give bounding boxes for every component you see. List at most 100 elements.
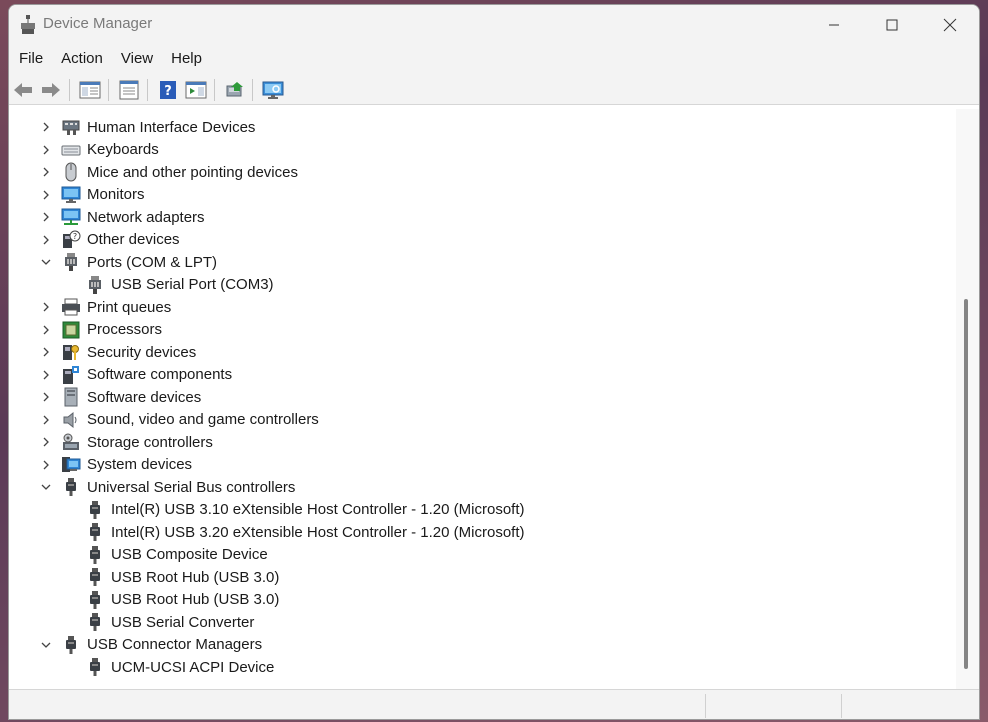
chevron-right-icon[interactable]: [40, 369, 52, 381]
tree-category[interactable]: Keyboards: [43, 139, 159, 161]
chevron-right-icon[interactable]: [40, 391, 52, 403]
network-icon: [61, 208, 81, 225]
menu-file[interactable]: File: [9, 45, 52, 72]
menu-view[interactable]: View: [112, 45, 162, 72]
svg-text:?: ?: [73, 232, 77, 241]
maximize-button[interactable]: [863, 5, 921, 45]
usb-icon: [66, 635, 76, 654]
chevron-right-icon[interactable]: [40, 459, 52, 471]
chevron-right-icon[interactable]: [40, 211, 52, 223]
tree-category[interactable]: Processors: [43, 319, 163, 341]
chevron-right-icon[interactable]: [40, 234, 52, 246]
chevron-right-icon[interactable]: [40, 144, 52, 156]
tree-device[interactable]: UCM-UCSI ACPI Device: [85, 656, 274, 678]
tree-device[interactable]: USB Composite Device: [85, 544, 268, 566]
toolbar-separator: [147, 79, 148, 101]
toolbar-separator: [214, 79, 215, 101]
tree-category[interactable]: Software components: [43, 364, 232, 386]
port-icon: [89, 275, 101, 294]
unknown-device-icon: ?: [63, 230, 81, 248]
tree-device[interactable]: Intel(R) USB 3.10 eXtensible Host Contro…: [85, 499, 525, 521]
properties-icon[interactable]: [118, 80, 140, 100]
minimize-button[interactable]: [805, 5, 863, 45]
tree-device[interactable]: Intel(R) USB 3.20 eXtensible Host Contro…: [85, 521, 525, 543]
help-icon[interactable]: ?: [157, 80, 179, 100]
status-pane-divider: [705, 694, 706, 718]
tree-category[interactable]: Storage controllers: [43, 431, 213, 453]
tree-category[interactable]: Human Interface Devices: [43, 116, 256, 138]
tree-category[interactable]: Network adapters: [43, 206, 205, 228]
tree-item-label: Security devices: [87, 343, 197, 361]
chevron-right-icon[interactable]: [40, 436, 52, 448]
tree-item-label: Processors: [87, 321, 163, 338]
software-component-icon: [63, 365, 79, 384]
title-bar[interactable]: Device Manager: [9, 5, 979, 45]
close-button[interactable]: [921, 5, 979, 45]
tree-item-label: Universal Serial Bus controllers: [87, 478, 296, 496]
software-device-icon: [64, 387, 78, 407]
chevron-right-icon[interactable]: [40, 324, 52, 336]
tree-item-label: Intel(R) USB 3.10 eXtensible Host Contro…: [111, 501, 525, 518]
tree-category[interactable]: Software devices: [43, 386, 201, 408]
storage-icon: [63, 433, 79, 450]
tree-item-label: USB Serial Port (COM3): [111, 276, 274, 293]
keyboard-icon: [61, 145, 81, 155]
chevron-right-icon[interactable]: [40, 166, 52, 178]
tree-item-label: USB Serial Converter: [111, 613, 255, 631]
tree-category[interactable]: Sound, video and game controllers: [43, 409, 319, 431]
chevron-down-icon[interactable]: [40, 481, 52, 493]
tree-device[interactable]: USB Serial Port (COM3): [85, 274, 274, 296]
tree-device[interactable]: USB Serial Converter: [85, 611, 254, 633]
chevron-right-icon[interactable]: [40, 189, 52, 201]
chevron-right-icon[interactable]: [40, 414, 52, 426]
tree-device[interactable]: USB Root Hub (USB 3.0): [85, 566, 279, 588]
tree-item-label: USB Composite Device: [111, 546, 268, 563]
tree-category[interactable]: USB Connector Managers: [41, 634, 263, 656]
device-tree[interactable]: Human Interface Devices Keyboards Mice and…: [9, 109, 956, 689]
tree-category[interactable]: Universal Serial Bus controllers: [41, 476, 296, 498]
chevron-right-icon[interactable]: [40, 346, 52, 358]
menu-help[interactable]: Help: [162, 45, 211, 72]
tree-category[interactable]: Security devices: [43, 341, 197, 363]
vertical-scrollbar[interactable]: [956, 109, 979, 689]
tree-device[interactable]: USB Root Hub (USB 3.0): [85, 589, 279, 611]
tree-category[interactable]: System devices: [43, 454, 192, 476]
chevron-right-icon[interactable]: [40, 301, 52, 313]
tree-category[interactable]: Mice and other pointing devices: [43, 161, 298, 183]
tree-category[interactable]: Ports (COM & LPT): [41, 251, 217, 273]
speaker-icon: [63, 411, 77, 428]
toolbar-separator: [69, 79, 70, 101]
tree-item-label: Sound, video and game controllers: [87, 411, 319, 428]
device-manager-app-icon: [21, 15, 35, 34]
maximize-icon: [886, 19, 898, 31]
back-icon[interactable]: [12, 80, 34, 100]
scrollbar-thumb[interactable]: [964, 299, 968, 669]
menu-bar: File Action View Help: [9, 45, 979, 72]
tree-item-label: Network adapters: [87, 208, 205, 226]
chevron-right-icon[interactable]: [40, 121, 52, 133]
port-icon: [65, 253, 77, 271]
tree-category[interactable]: Monitors: [43, 184, 145, 206]
tree-category[interactable]: Print queues: [43, 296, 172, 318]
toolbar-separator: [252, 79, 253, 101]
tree-item-label: USB Connector Managers: [87, 636, 263, 653]
update-driver-icon[interactable]: [223, 80, 245, 100]
tree-category[interactable]: ? Other devices: [43, 229, 180, 251]
svg-text:?: ?: [164, 84, 172, 99]
device-manager-window: Device Manager File Action View Help ? H…: [8, 4, 980, 720]
scan-hardware-icon[interactable]: [262, 80, 284, 100]
chevron-down-icon[interactable]: [40, 639, 52, 651]
window-title: Device Manager: [43, 15, 153, 32]
system-icon: [62, 456, 81, 472]
close-icon: [943, 18, 957, 32]
menu-action[interactable]: Action: [52, 45, 112, 72]
mouse-icon: [65, 162, 77, 182]
tree-item-label: Monitors: [87, 186, 145, 203]
tree-item-label: Print queues: [87, 298, 172, 316]
usb-icon: [90, 500, 100, 519]
tree-item-label: Human Interface Devices: [87, 118, 256, 136]
action-pane-icon[interactable]: [185, 80, 207, 100]
chevron-down-icon[interactable]: [40, 256, 52, 268]
show-hide-console-tree-icon[interactable]: [79, 80, 101, 100]
forward-icon[interactable]: [40, 80, 62, 100]
